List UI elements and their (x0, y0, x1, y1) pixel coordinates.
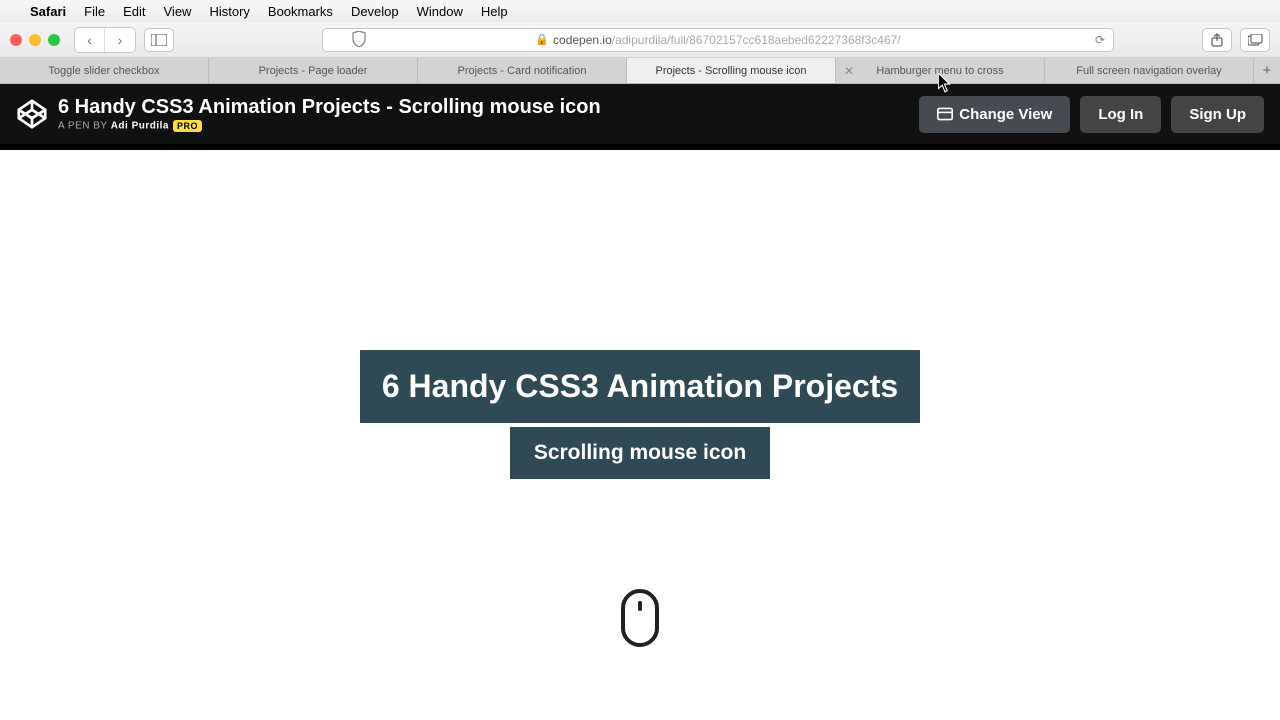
menu-bookmarks[interactable]: Bookmarks (268, 4, 333, 19)
signup-button[interactable]: Sign Up (1171, 96, 1264, 133)
tab-3[interactable]: Projects - Scrolling mouse icon (627, 58, 836, 83)
window-controls (10, 34, 60, 46)
new-tab-button[interactable]: + (1254, 58, 1280, 83)
forward-button[interactable]: › (105, 28, 135, 52)
tabs-overview-button[interactable] (1240, 28, 1270, 52)
codepen-header: 6 Handy CSS3 Animation Projects - Scroll… (0, 84, 1280, 144)
codepen-logo-icon[interactable] (16, 98, 48, 130)
menu-window[interactable]: Window (417, 4, 463, 19)
change-view-label: Change View (959, 106, 1052, 123)
nav-buttons: ‹ › (74, 27, 136, 53)
login-label: Log In (1098, 106, 1143, 123)
page-content: 6 Handy CSS3 Animation Projects Scrollin… (0, 150, 1280, 720)
tab-1[interactable]: Projects - Page loader (209, 58, 418, 83)
menu-develop[interactable]: Develop (351, 4, 399, 19)
sidebar-toggle[interactable] (144, 28, 174, 52)
signup-label: Sign Up (1189, 106, 1246, 123)
close-window-button[interactable] (10, 34, 22, 46)
login-button[interactable]: Log In (1080, 96, 1161, 133)
url-host: codepen.io (553, 33, 612, 47)
tab-label: Projects - Card notification (458, 65, 587, 77)
tab-label: Projects - Scrolling mouse icon (655, 65, 806, 77)
subtitle: Scrolling mouse icon (510, 427, 770, 479)
back-button[interactable]: ‹ (75, 28, 105, 52)
app-name[interactable]: Safari (30, 4, 66, 19)
tab-4[interactable]: ✕ Hamburger menu to cross (836, 58, 1045, 83)
privacy-shield-icon[interactable] (346, 27, 372, 51)
address-bar[interactable]: 🔒 codepen.io/adipurdila/full/86702157cc6… (322, 28, 1114, 52)
reload-icon[interactable]: ⟳ (1095, 33, 1105, 47)
mouse-icon (621, 589, 659, 647)
browser-toolbar: ‹ › 🔒 codepen.io/adipurdila/full/8670215… (0, 22, 1280, 58)
tab-label: Full screen navigation overlay (1076, 65, 1222, 77)
change-view-button[interactable]: Change View (919, 96, 1070, 133)
tab-label: Hamburger menu to cross (876, 65, 1003, 77)
tab-5[interactable]: Full screen navigation overlay (1045, 58, 1254, 83)
tab-0[interactable]: Toggle slider checkbox (0, 58, 209, 83)
tab-label: Projects - Page loader (259, 65, 368, 77)
menu-file[interactable]: File (84, 4, 105, 19)
lock-icon: 🔒 (535, 33, 549, 46)
headline: 6 Handy CSS3 Animation Projects (360, 350, 920, 423)
menu-edit[interactable]: Edit (123, 4, 145, 19)
pro-badge: PRO (173, 120, 202, 132)
tab-2[interactable]: Projects - Card notification (418, 58, 627, 83)
macos-menubar: Safari File Edit View History Bookmarks … (0, 0, 1280, 22)
minimize-window-button[interactable] (29, 34, 41, 46)
menu-view[interactable]: View (164, 4, 192, 19)
toolbar-right (1202, 28, 1270, 52)
menu-history[interactable]: History (209, 4, 249, 19)
url-path: /adipurdila/full/86702157cc618aebed62227… (612, 33, 901, 47)
pen-by-label: A PEN BY (58, 121, 111, 132)
pen-author[interactable]: Adi Purdila (111, 121, 169, 132)
share-button[interactable] (1202, 28, 1232, 52)
tab-label: Toggle slider checkbox (48, 65, 159, 77)
maximize-window-button[interactable] (48, 34, 60, 46)
pen-subtitle: A PEN BY Adi Purdila PRO (58, 120, 601, 132)
layout-icon (937, 106, 953, 122)
menu-help[interactable]: Help (481, 4, 508, 19)
tab-strip: Toggle slider checkbox Projects - Page l… (0, 58, 1280, 84)
pen-title: 6 Handy CSS3 Animation Projects - Scroll… (58, 96, 601, 118)
close-tab-icon[interactable]: ✕ (844, 64, 854, 78)
